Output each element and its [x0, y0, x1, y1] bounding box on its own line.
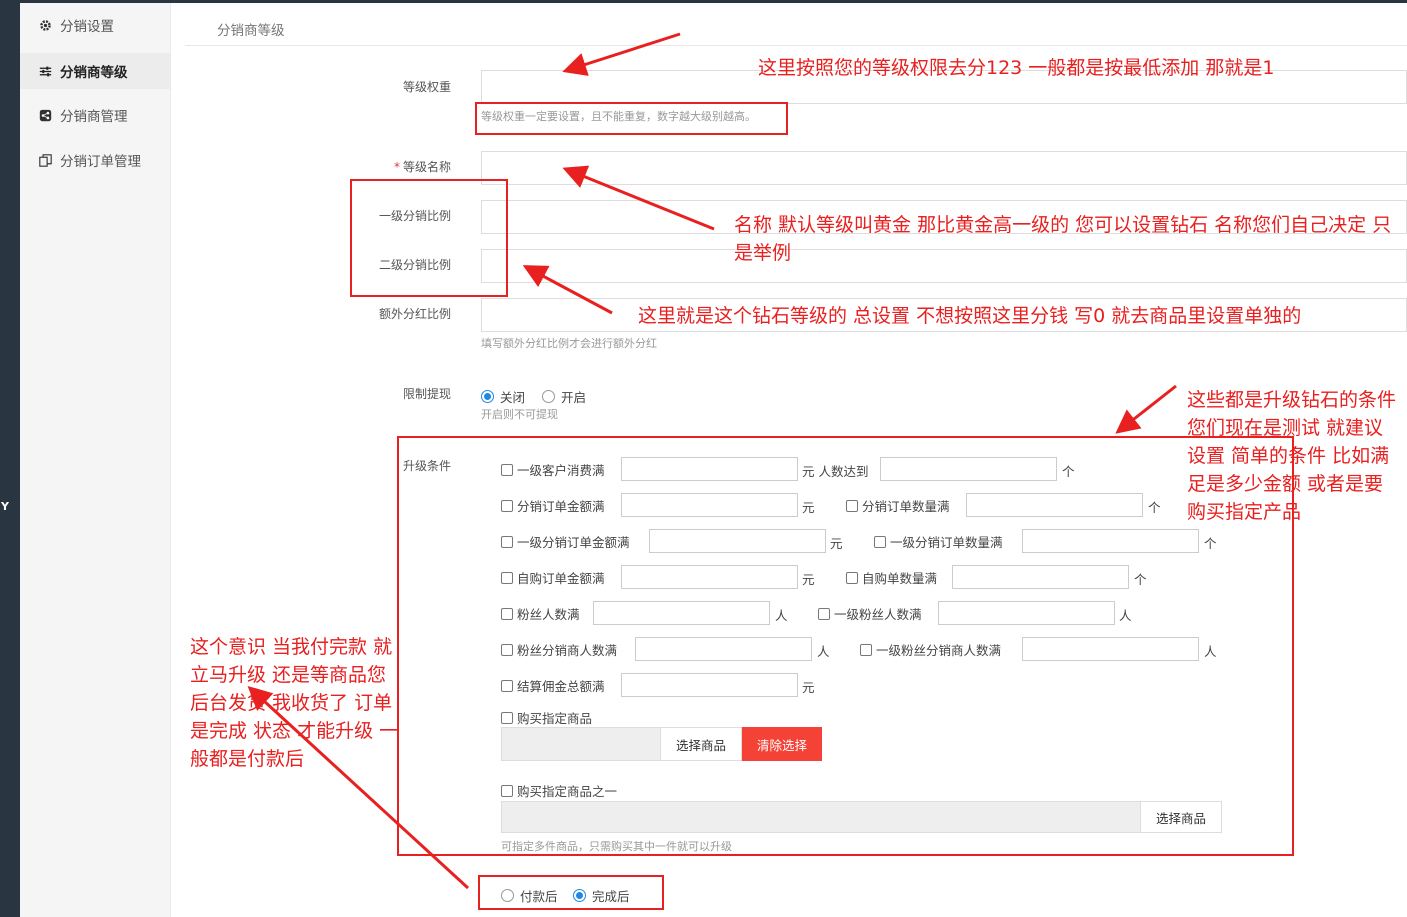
radio-label: 关闭 [500, 390, 526, 405]
sliders-icon [38, 64, 52, 78]
extra-ratio-label: 额外分红比例 [378, 307, 451, 321]
arrow-conditions [1115, 384, 1177, 434]
sidebar-item-label: 分销订单管理 [60, 154, 141, 170]
share-icon [38, 108, 52, 122]
sidebar-item-distributor-manage[interactable]: 分销商管理 [20, 97, 170, 133]
withdraw-label: 限制提现 [402, 387, 451, 401]
annotation-note-weight: 这里按照您的等级权限去分123 一般都是按最低添加 那就是1 [758, 57, 1275, 79]
radio-icon [542, 390, 555, 403]
level-name-label-text: 等级名称 [402, 160, 451, 174]
left-dark-strip: Y [0, 0, 20, 917]
page: Y 分销设置 分销商等级 分销商管理 分销订单管理 分销商等级 等级权重 等级权… [0, 0, 1407, 917]
sidebar-item-label: 分销商等级 [60, 65, 128, 81]
extra-hint: 填写额外分红比例才会进行额外分红 [481, 337, 657, 350]
annotation-box-ratios [350, 179, 508, 297]
gear-icon [38, 18, 52, 32]
sidebar-item-label: 分销设置 [60, 19, 114, 35]
withdraw-on-radio[interactable]: 开启 [542, 387, 586, 406]
sidebar-item-settings[interactable]: 分销设置 [20, 7, 170, 43]
required-mark: * [393, 160, 400, 174]
radio-checked-icon [481, 390, 494, 403]
annotation-note-timing: 这个意识 当我付完款 就立马升级 还是等商品您后台发货 我收货了 订单是完成 状… [190, 636, 399, 770]
page-title: 分销商等级 [185, 11, 1407, 46]
sidebar-item-distributor-level[interactable]: 分销商等级 [20, 53, 170, 89]
annotation-box-conditions [397, 436, 1294, 856]
withdraw-off-radio[interactable]: 关闭 [481, 387, 525, 406]
level-name-label: * 等级名称 [251, 158, 451, 175]
copy-icon [38, 153, 52, 167]
level-name-input[interactable] [481, 151, 1407, 185]
annotation-note-ratio: 这里就是这个钻石等级的 总设置 不想按照这里分钱 写0 就去商品里设置单独的 [638, 305, 1302, 327]
annotation-box-timing [478, 875, 664, 910]
weight-label: 等级权重 [402, 80, 451, 94]
sidebar-item-distribution-orders[interactable]: 分销订单管理 [20, 142, 170, 178]
withdraw-hint: 开启则不可提现 [481, 408, 558, 421]
radio-label: 开启 [561, 390, 587, 405]
sidebar-item-label: 分销商管理 [60, 109, 128, 125]
strip-letter: Y [1, 500, 9, 513]
top-bar [0, 0, 1407, 3]
annotation-note-name: 名称 默认等级叫黄金 那比黄金高一级的 您可以设置钻石 名称您们自己决定 只是举… [734, 214, 1392, 264]
annotation-box-weight-hint [475, 102, 788, 135]
sidebar: 分销设置 分销商等级 分销商管理 分销订单管理 [20, 3, 171, 917]
annotation-note-conditions: 这些都是升级钻石的条件 您们现在是测试 就建议设置 简单的条件 比如满足是多少金… [1187, 389, 1397, 523]
